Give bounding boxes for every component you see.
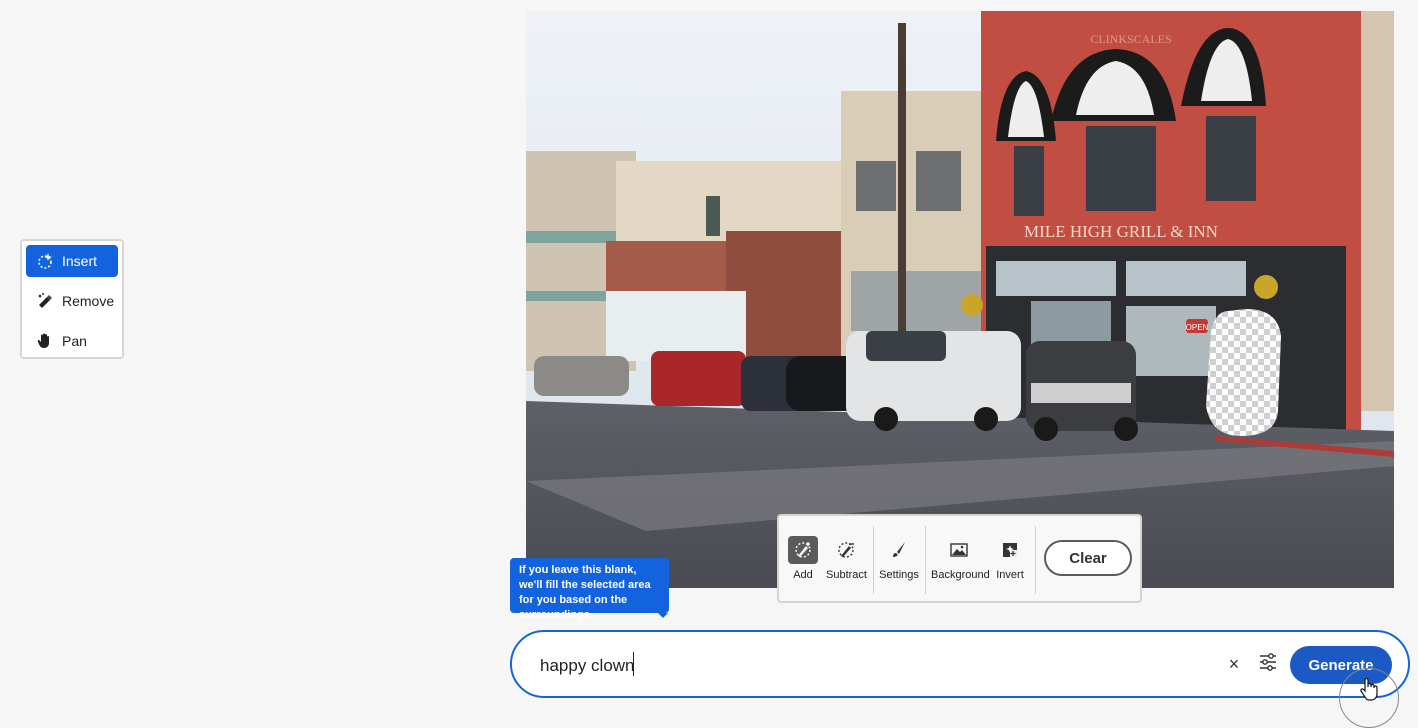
add-mask-button[interactable]: Add: [786, 536, 820, 586]
toolbar-divider: [925, 526, 926, 594]
masked-selection-area: [1206, 309, 1281, 436]
sliders-icon: [1258, 652, 1278, 676]
clear-button[interactable]: Clear: [1044, 540, 1132, 576]
background-label: Background: [931, 569, 990, 581]
hand-icon: [36, 332, 54, 350]
toolbar-divider: [873, 526, 874, 594]
image-canvas[interactable]: MILE HIGH GRILL & INN CLINKSCALES OPEN: [526, 11, 1394, 588]
open-sign-text: OPEN: [1186, 323, 1209, 332]
tooltip-text: If you leave this blank, we'll fill the …: [519, 564, 651, 621]
clear-prompt-button[interactable]: ×: [1222, 652, 1246, 676]
add-brush-icon: [788, 536, 818, 564]
brush-settings-button[interactable]: Settings: [879, 536, 919, 586]
tool-remove-label: Remove: [62, 293, 115, 309]
prompt-bar: × Generate: [510, 630, 1410, 698]
tool-pan-label: Pan: [62, 333, 87, 349]
tool-insert-label: Insert: [62, 253, 98, 269]
street-photo: MILE HIGH GRILL & INN CLINKSCALES OPEN: [526, 11, 1394, 588]
settings-label: Settings: [879, 569, 919, 581]
subtract-mask-button[interactable]: Subtract: [826, 536, 867, 586]
subtract-label: Subtract: [826, 569, 867, 581]
add-label: Add: [793, 569, 813, 581]
prompt-input[interactable]: [538, 650, 1202, 682]
tool-insert[interactable]: Insert: [26, 245, 118, 277]
tool-panel: Insert Remove Pan: [20, 239, 124, 359]
image-background-icon: [944, 536, 974, 564]
tool-remove[interactable]: Remove: [26, 285, 118, 317]
insert-sparkle-icon: [36, 252, 54, 270]
text-caret: [633, 652, 634, 676]
invert-mask-button[interactable]: Invert: [993, 536, 1027, 586]
building-upper-text: CLINKSCALES: [1090, 32, 1171, 46]
building-sign-text: MILE HIGH GRILL & INN: [1024, 222, 1218, 241]
invert-label: Invert: [996, 569, 1024, 581]
generation-settings-button[interactable]: [1254, 650, 1282, 678]
hand-pointer-icon: [1360, 677, 1378, 706]
background-mask-button[interactable]: Background: [931, 536, 990, 586]
invert-icon: [995, 536, 1025, 564]
subtract-brush-icon: [831, 536, 861, 564]
tool-pan[interactable]: Pan: [26, 325, 118, 357]
prompt-hint-tooltip: If you leave this blank, we'll fill the …: [510, 558, 669, 621]
brush-icon: [884, 536, 914, 564]
mask-toolbar: Add Subtract Settings Background Invert …: [777, 514, 1142, 603]
remove-eraser-icon: [36, 292, 54, 310]
toolbar-divider: [1035, 526, 1036, 594]
